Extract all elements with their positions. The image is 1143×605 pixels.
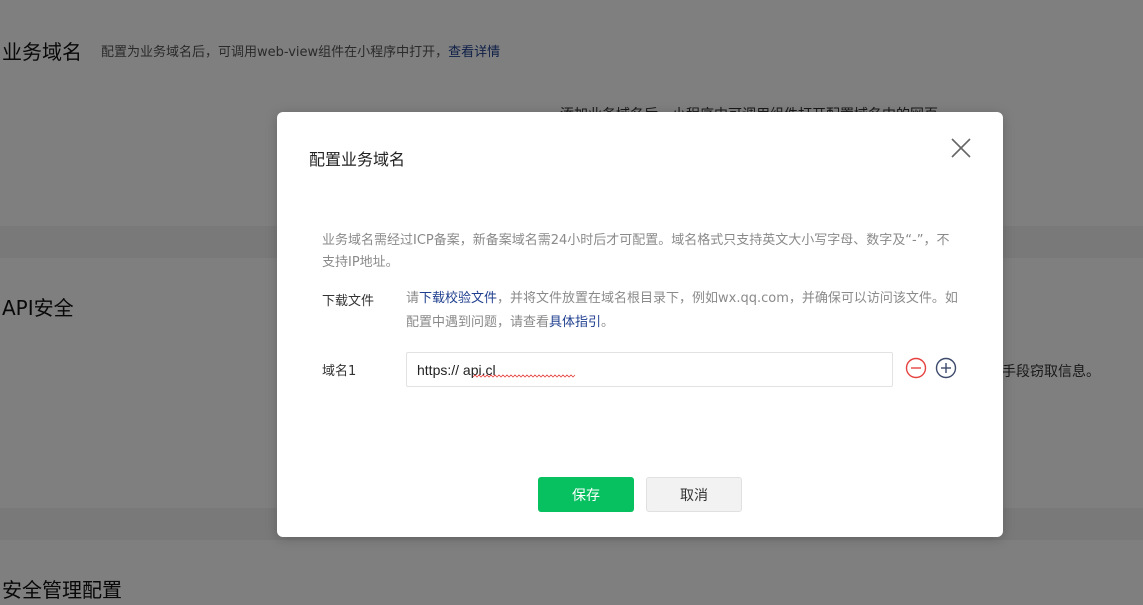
download-text-before: 请 — [406, 291, 420, 306]
icp-notice: 业务域名需经过ICP备案，新备案域名需24小时后才可配置。域名格式只支持英文大小… — [322, 233, 950, 270]
dialog-title: 配置业务域名 — [309, 150, 406, 169]
configure-domain-dialog: 配置业务域名 业务域名需经过ICP备案，新备案域名需24小时后才可配置。域名格式… — [277, 112, 1003, 537]
download-file-label: 下载文件 — [322, 294, 375, 309]
redacted-region — [525, 359, 575, 383]
guide-link[interactable]: 具体指引 — [549, 315, 601, 330]
page: 业务域名 配置为业务域名后，可调用web-view组件在小程序中打开，查看详情 … — [0, 0, 1143, 605]
download-file-instructions: 请下载校验文件，并将文件放置在域名根目录下，例如wx.qq.com，并确保可以访… — [406, 287, 961, 335]
cancel-button[interactable]: 取消 — [646, 477, 742, 512]
domain-1-label: 域名1 — [322, 364, 357, 379]
spellcheck-underline — [473, 374, 576, 378]
close-icon[interactable] — [949, 136, 973, 160]
minus-circle-icon[interactable] — [905, 357, 927, 379]
download-verify-file-link[interactable]: 下载校验文件 — [419, 291, 497, 306]
save-button[interactable]: 保存 — [538, 477, 634, 512]
download-text-after: 。 — [601, 315, 615, 330]
plus-circle-icon[interactable] — [935, 357, 957, 379]
domain-1-input[interactable] — [406, 352, 893, 387]
